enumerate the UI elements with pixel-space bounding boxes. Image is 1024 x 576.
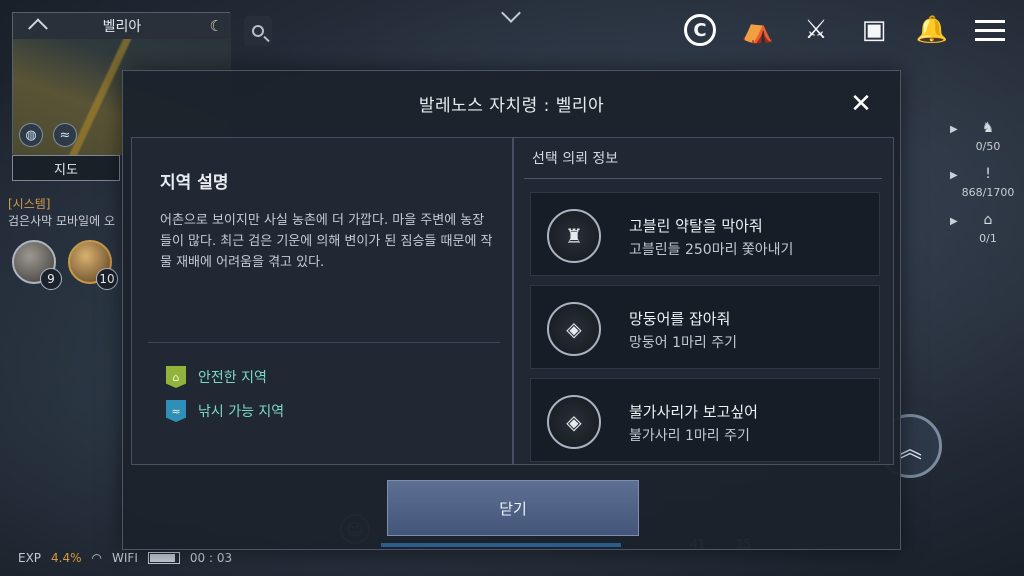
quest-title: 불가사리가 보고싶어 — [629, 403, 758, 421]
crossed-axes-icon[interactable]: ⚔ — [798, 12, 834, 48]
boss-helmet-icon: ♞ — [981, 120, 995, 136]
party-member-avatar[interactable]: 10 — [68, 240, 118, 290]
diamond-item-icon: ◈ — [547, 302, 601, 356]
region-description-panel: 지역 설명 어촌으로 보이지만 사실 농촌에 더 가깝다. 마을 주변에 농장들… — [131, 137, 513, 465]
wifi-label: WIFI — [112, 551, 138, 565]
region-heading: 지역 설명 — [160, 173, 229, 193]
play-arrow-icon: ▶ — [950, 216, 958, 227]
fishing-zone-icon: ≈ — [166, 400, 186, 422]
system-chat-label: [시스템] — [8, 197, 51, 211]
chevron-up-icon[interactable] — [28, 18, 48, 39]
safe-zone-icon: ⌂ — [166, 366, 186, 388]
moon-icon: ☾ — [209, 17, 223, 35]
tracker-value: 868/1700 — [961, 186, 1015, 199]
fishing-icon[interactable]: ≈ — [53, 123, 77, 147]
minimap-header: 벨리아 ☾ — [13, 13, 231, 39]
quest-panel-heading: 선택 의뢰 정보 — [532, 151, 619, 167]
status-bar: EXP 4.4% ◠ WIFI 00 : 03 — [0, 548, 1024, 568]
copyright-icon[interactable]: C — [682, 12, 718, 48]
quest-title: 망둥어를 잡아줘 — [629, 310, 731, 328]
quest-item[interactable]: ◈ 불가사리가 보고싶어 불가사리 1마리 주기 — [530, 378, 880, 462]
play-arrow-icon: ▶ — [950, 124, 958, 135]
party-member-avatar[interactable]: 9 — [12, 240, 62, 290]
quest-subtitle: 고블린들 250마리 쫓아내기 — [629, 242, 794, 258]
region-description: 어촌으로 보이지만 사실 농촌에 더 가깝다. 마을 주변에 농장들이 많다. … — [160, 213, 493, 270]
wifi-icon: ◠ — [91, 551, 103, 565]
battery-icon — [147, 552, 180, 564]
close-icon[interactable]: ✕ — [848, 91, 874, 117]
feature-safe-zone: ⌂ 안전한 지역 — [166, 366, 267, 388]
quest-item[interactable]: ♜ 고블린 약탈을 막아줘 고블린들 250마리 쫓아내기 — [530, 192, 880, 276]
party-member-level: 9 — [40, 268, 62, 290]
dialog-title: 발레노스 자치령 : 벨리아 — [418, 96, 605, 116]
map-button[interactable]: 지도 — [12, 155, 120, 181]
quest-item[interactable]: ◈ 망둥어를 잡아줘 망둥어 1마리 주기 — [530, 285, 880, 369]
party-list: 9 10 — [12, 240, 118, 290]
divider — [148, 342, 500, 343]
tracker-value: 0/50 — [975, 140, 1001, 153]
menu-icon[interactable] — [972, 12, 1008, 48]
map-search-button[interactable] — [244, 16, 272, 46]
exclamation-icon: ! — [985, 166, 991, 182]
region-info-dialog: 발레노스 자치령 : 벨리아 ✕ 지역 설명 어촌으로 보이지만 사실 농촌에 … — [122, 70, 901, 550]
goblin-helmet-icon: ♜ — [547, 209, 601, 263]
minimap-region-name: 벨리아 — [102, 19, 142, 35]
top-hud: C ⛺ ⚔ ▣ 🔔 — [682, 12, 1008, 48]
diamond-item-icon: ◈ — [547, 395, 601, 449]
system-chat-message[interactable]: 검은사막 모바일에 오 — [8, 212, 115, 229]
close-dialog-button[interactable]: 닫기 — [387, 480, 639, 536]
party-member-level: 10 — [96, 268, 118, 290]
exp-value: 4.4% — [51, 551, 82, 565]
minimap-icons: ◍ ≈ — [19, 123, 77, 147]
quest-title: 고블린 약탈을 막아줘 — [629, 217, 763, 235]
double-chevron-up-icon: ︽ — [898, 434, 922, 463]
bell-icon[interactable]: 🔔 — [914, 12, 950, 48]
quest-subtitle: 망둥어 1마리 주기 — [629, 335, 737, 351]
tracker-house[interactable]: ▶ ⌂ 0/1 — [950, 212, 1016, 245]
progress-strip — [381, 543, 621, 547]
camp-tent-icon[interactable]: ⛺ — [740, 12, 776, 48]
house-icon: ⌂ — [983, 212, 993, 228]
quest-subtitle: 불가사리 1마리 주기 — [629, 428, 750, 444]
clock-time: 00 : 03 — [189, 551, 233, 565]
tracker-boss[interactable]: ▶ ♞ 0/50 — [950, 120, 1016, 153]
play-arrow-icon: ▶ — [950, 170, 958, 181]
search-icon — [252, 25, 264, 37]
feature-fishing-zone: ≈ 낚시 가능 지역 — [166, 400, 284, 422]
feature-label: 안전한 지역 — [198, 370, 267, 386]
quest-info-panel: 선택 의뢰 정보 ♜ 고블린 약탈을 막아줘 고블린들 250마리 쫓아내기 ◈… — [513, 137, 894, 465]
feature-label: 낚시 가능 지역 — [198, 404, 285, 420]
tracker-quest[interactable]: ▶ ! 868/1700 — [950, 166, 1016, 199]
globe-icon[interactable]: ◍ — [19, 123, 43, 147]
inventory-bag-icon[interactable]: ▣ — [856, 12, 892, 48]
exp-label: EXP — [18, 551, 42, 565]
tracker-value: 0/1 — [979, 232, 997, 245]
divider — [524, 178, 882, 179]
